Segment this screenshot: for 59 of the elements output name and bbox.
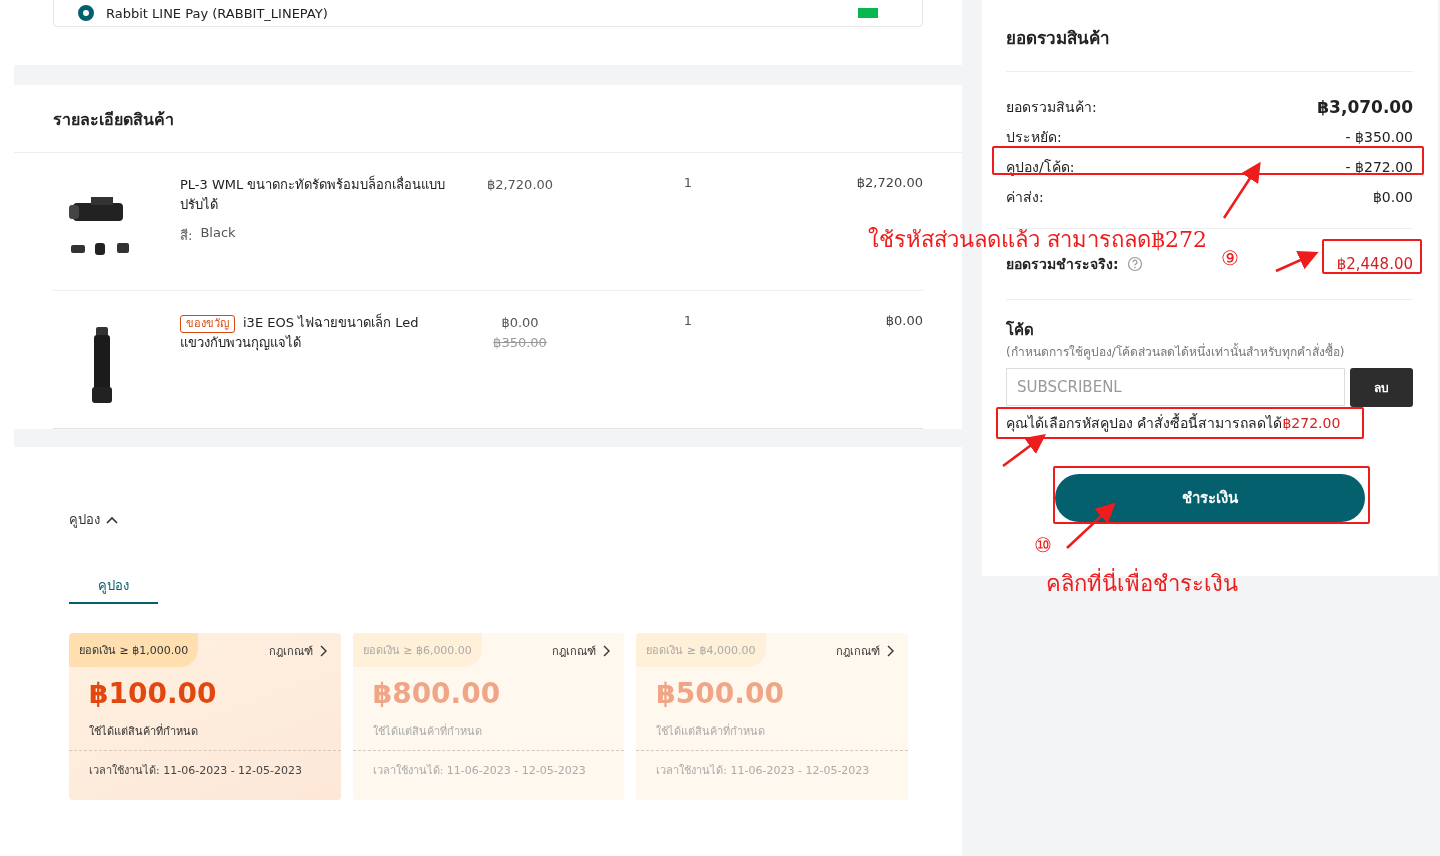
payment-option-label: Rabbit LINE Pay (RABBIT_LINEPAY) (106, 5, 329, 21)
chevron-right-icon (318, 645, 327, 657)
option-value: Black (200, 225, 236, 242)
option-label: สี: (180, 227, 193, 245)
annotation-text: คลิกที่นี่เพื่อชำระเงิน (1046, 566, 1238, 601)
chevron-right-icon (886, 645, 894, 657)
annotation-text: ใช้รหัสส่วนลดแล้ว สามารถลด฿272 (868, 226, 1207, 254)
section-title: รายละเอียดสินค้า (14, 85, 962, 153)
threshold-badge: ยอดเงิน ≥ ฿6,000.00 (352, 633, 482, 667)
summary-value: ฿0.00 (1372, 188, 1413, 207)
applied-message: คุณได้เลือกรหัสคูปอง คำสั่งซื้อนี้สามารถลดได้฿272.00 (1006, 414, 1341, 432)
coupon-scope: ใช้ได้แต่สินค้าที่กำหนด (352, 710, 625, 751)
summary-value: ฿3,070.00 (1317, 97, 1413, 117)
annotation-arrow (1066, 502, 1116, 549)
summary-value: - ฿272.00 (1345, 158, 1413, 177)
payment-option-card[interactable]: Rabbit LINE Pay (RABBIT_LINEPAY) (53, 0, 923, 27)
chevron-icon (106, 515, 118, 524)
summary-value: - ฿350.00 (1345, 128, 1413, 147)
coupon-scope: ใช้ได้แต่สินค้าที่กำหนด (636, 710, 908, 751)
coupon-validity: เวลาใช้งานได้: 11-06-2023 - 12-05-2023 (88, 763, 304, 779)
threshold-badge: ยอดเงิน ≥ ฿1,000.00 (69, 633, 199, 667)
summary-label: ประหยัด: (1006, 128, 1062, 147)
selected-check-icon (858, 8, 878, 18)
code-note: (กำหนดการใช้คูปอง/โค้ดส่วนลดได้หนึ่งเท่านั้นสำหรับทุกคำสั่งซื้อ) (1006, 344, 1346, 360)
product-name: PL-3 WML ขนาดกะทัดรัดพร้อมบล็อกเลื่อนแบบปรับได้ (180, 175, 447, 214)
remove-button[interactable]: ลบ (1350, 368, 1413, 407)
pay-button[interactable]: ชำระเงิน (1055, 474, 1365, 522)
coupon-tab[interactable]: คูปอง (69, 568, 158, 604)
coupon-toggle[interactable]: คูปอง (69, 509, 118, 530)
coupon-scope: ใช้ได้แต่สินค้าที่กำหนด (69, 710, 341, 751)
total-value: ฿2,448.00 (1336, 255, 1413, 273)
subtotal: ฿0.00 (884, 313, 923, 330)
quantity: 1 (682, 313, 694, 330)
coupon-validity: เวลาใช้งานได้: 11-06-2023 - 12-05-2023 (371, 763, 587, 779)
summary-label: ยอดรวมสินค้า: (1006, 98, 1097, 117)
original-price: ฿350.00 (493, 334, 547, 352)
coupon-amount: ฿800.00 (371, 676, 502, 710)
annotation-text: ⑨ (1221, 246, 1239, 270)
rules-link[interactable]: กฎเกณฑ์ (268, 633, 341, 660)
annotation-arrow (1222, 161, 1261, 219)
help-icon[interactable] (1126, 256, 1143, 272)
summary-title: ยอดรวมสินค้า (1006, 0, 1413, 72)
radio-button[interactable] (78, 5, 94, 21)
code-title: โค้ด (1006, 320, 1035, 340)
coupon-amount: ฿100.00 (88, 676, 218, 710)
coupon-card[interactable]: ยอดเงิน ≥ ฿1,000.00 กฎเกณฑ์ ฿100.00 ใช้ได้แต่สินค้าที่กำหนด เวลาใช้งานได้: 11-06-2023 - 12-05-2023 (69, 633, 341, 800)
unit-price: ฿2,720.00 (486, 176, 554, 194)
coupon-validity: เวลาใช้งานได้: 11-06-2023 - 12-05-2023 (655, 763, 871, 779)
annotation-arrow (1275, 251, 1319, 273)
total-label: ยอดรวมชำระจริง: (1006, 255, 1119, 274)
product-name: ของขวัญ i3E EOS ไฟฉายขนาดเล็ก Led แขวงกับพวนกุญแจได้ (180, 313, 420, 353)
chevron-right-icon (602, 645, 611, 657)
quantity: 1 (682, 175, 694, 192)
coupon-amount: ฿500.00 (655, 676, 785, 710)
threshold-badge: ยอดเงิน ≥ ฿4,000.00 (636, 633, 766, 667)
summary-label: คูปอง/โค้ด: (1006, 158, 1075, 177)
summary-label: ค่าส่ง: (1006, 188, 1044, 207)
unit-price: ฿0.00 (501, 314, 539, 332)
annotation-text: ⑩ (1034, 533, 1052, 557)
